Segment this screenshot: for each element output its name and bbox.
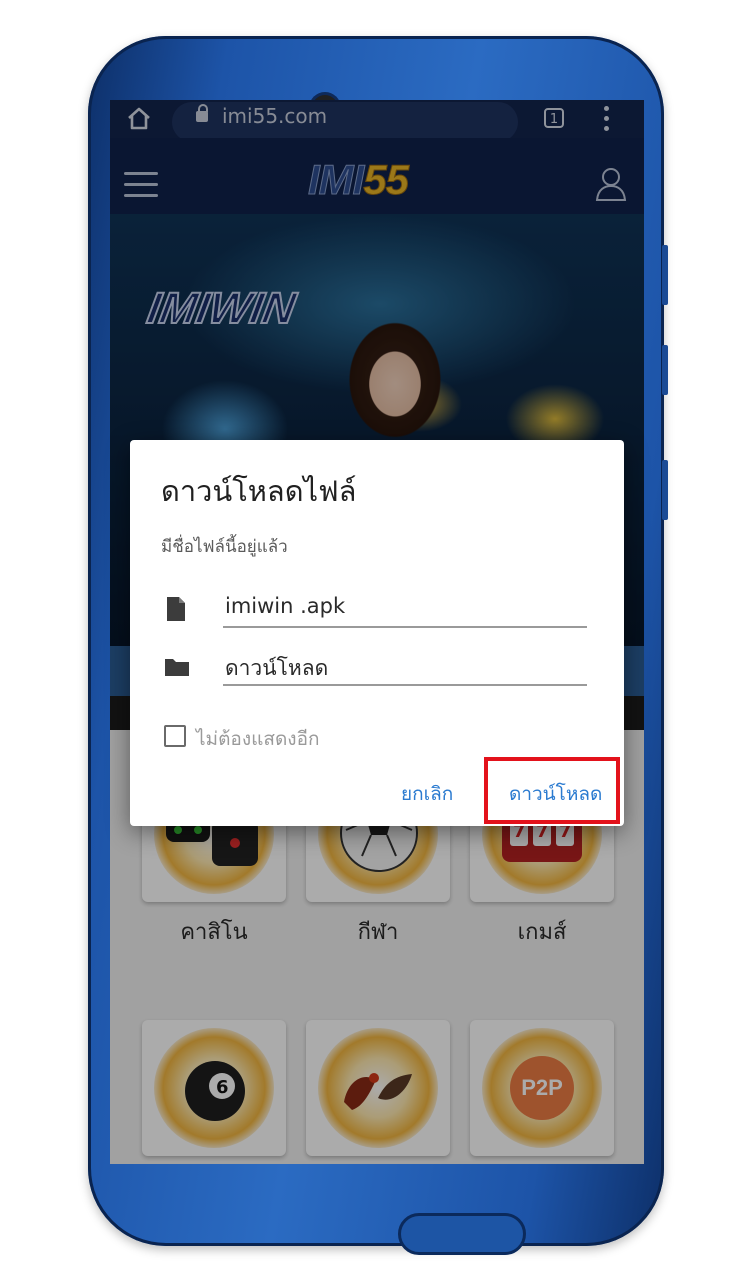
download-location-field[interactable]: ดาวน์โหลด — [223, 650, 587, 686]
file-icon — [167, 597, 185, 621]
dialog-title: ดาวน์โหลดไฟล์ — [161, 474, 357, 508]
dont-show-again-checkbox[interactable] — [164, 725, 186, 747]
download-button-highlight-box — [484, 757, 620, 824]
folder-icon — [165, 659, 189, 676]
power-key[interactable] — [662, 460, 668, 520]
filename-field[interactable]: imiwin .apk — [223, 592, 587, 628]
cancel-button[interactable]: ยกเลิก — [401, 779, 453, 809]
folder-value: ดาวน์โหลด — [225, 656, 329, 680]
filename-value: imiwin .apk — [225, 594, 346, 618]
volume-up-key[interactable] — [662, 245, 668, 305]
home-button[interactable] — [398, 1213, 526, 1255]
dont-show-again-label[interactable]: ไม่ต้องแสดงอีก — [196, 724, 319, 754]
dialog-subtitle: มีชื่อไฟล์นี้อยู่แล้ว — [161, 537, 288, 557]
volume-down-key[interactable] — [662, 345, 668, 395]
